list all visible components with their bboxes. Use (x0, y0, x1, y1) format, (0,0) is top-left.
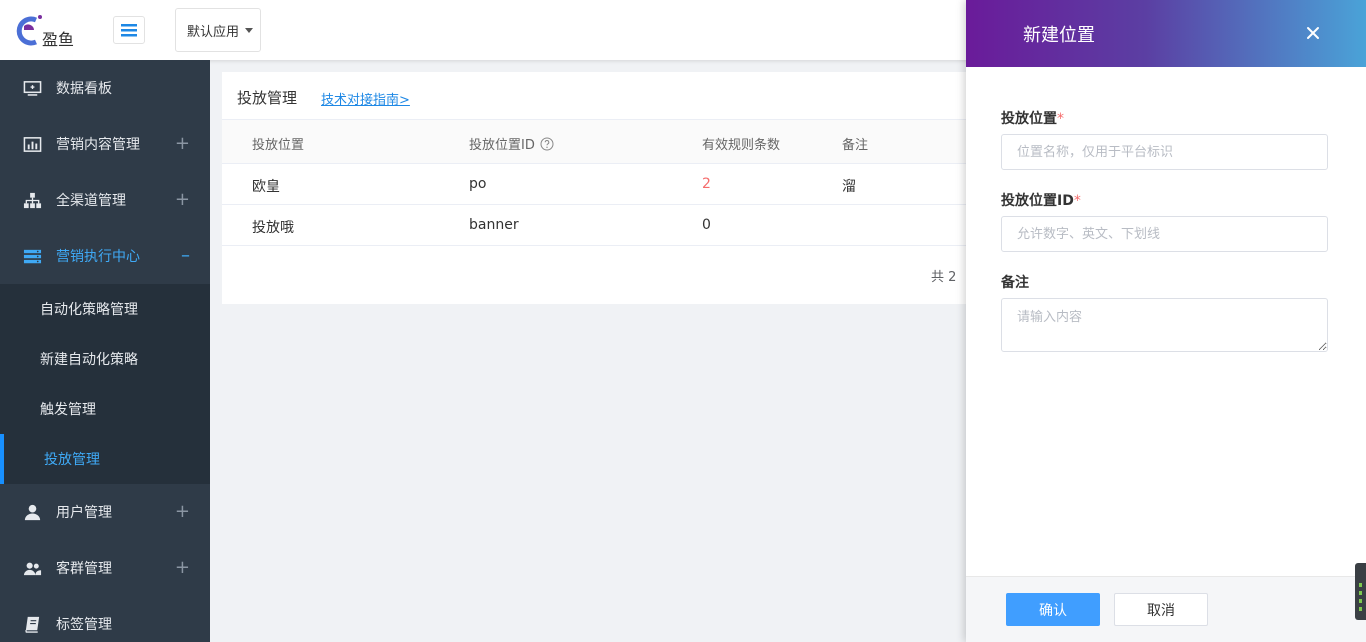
expand-icon: + (174, 557, 190, 578)
submenu-item-placements[interactable]: 投放管理 (0, 434, 210, 484)
drawer-title: 新建位置 (1023, 25, 1095, 46)
submenu-item-label: 投放管理 (44, 452, 100, 468)
cell-name: 欧皇 (252, 179, 280, 195)
bar-chart-icon (22, 134, 42, 154)
page-title: 投放管理 (237, 89, 298, 107)
sidebar-item-segments[interactable]: 客群管理 + (0, 540, 210, 596)
indicator-bar (1359, 607, 1362, 611)
placement-name-label: 投放位置* (1001, 108, 1064, 128)
user-icon (22, 502, 42, 522)
expand-icon: + (174, 189, 190, 210)
sidebar-item-tags[interactable]: 标签管理 (0, 596, 210, 642)
sidebar-item-label: 用户管理 (56, 505, 112, 521)
confirm-button[interactable]: 确认 (1006, 593, 1100, 626)
sidebar-item-label: 营销执行中心 (56, 249, 140, 265)
app-select-value: 默认应用 (187, 24, 240, 40)
cancel-button[interactable]: 取消 (1114, 593, 1208, 626)
column-header-id: 投放位置ID (469, 134, 554, 153)
submenu-item-label: 新建自动化策略 (40, 352, 138, 368)
submenu-item-triggers[interactable]: 触发管理 (0, 384, 210, 434)
cell-name: 投放哦 (252, 220, 294, 236)
note-textarea[interactable] (1001, 298, 1328, 352)
side-widget-handle[interactable] (1355, 563, 1366, 620)
required-mark: * (1073, 193, 1081, 209)
close-icon (1307, 27, 1319, 39)
help-icon[interactable] (540, 137, 554, 151)
logo-text: 盈鱼 (42, 30, 75, 49)
sidebar-item-execution[interactable]: 营销执行中心 – (0, 228, 210, 284)
collapse-icon: – (181, 245, 190, 266)
indicator-bar (1359, 583, 1362, 587)
server-icon (22, 246, 42, 266)
book-icon (22, 614, 42, 634)
cell-note: 溜 (842, 179, 856, 195)
placement-name-input[interactable] (1001, 134, 1328, 170)
sidebar-item-label: 营销内容管理 (56, 137, 140, 153)
submenu-item-label: 触发管理 (40, 402, 96, 418)
label-text: 备注 (1001, 275, 1029, 291)
sidebar-item-content[interactable]: 营销内容管理 + (0, 116, 210, 172)
indicator-bar (1359, 591, 1362, 595)
app-select[interactable]: 默认应用 (175, 8, 261, 52)
caret-down-icon (245, 27, 254, 33)
note-label: 备注 (1001, 272, 1029, 292)
cell-count[interactable]: 2 (702, 176, 711, 192)
submenu-item-new-strategy[interactable]: 新建自动化策略 (0, 334, 210, 384)
cell-id: banner (469, 217, 519, 233)
drawer-footer: 确认 取消 (966, 576, 1366, 642)
submenu-item-auto-strategy[interactable]: 自动化策略管理 (0, 284, 210, 334)
sidebar-item-channels[interactable]: 全渠道管理 + (0, 172, 210, 228)
required-mark: * (1057, 111, 1064, 127)
column-header: 有效规则条数 (702, 138, 781, 153)
expand-icon: + (174, 133, 190, 154)
menu-toggle-button[interactable] (113, 16, 145, 44)
monitor-icon (22, 78, 42, 98)
drawer-header: 新建位置 (966, 0, 1366, 67)
pagination-total: 共 2 (931, 270, 957, 285)
label-text: 投放位置ID (1001, 193, 1074, 209)
indicator-bar (1359, 599, 1362, 603)
label-text: 投放位置 (1001, 111, 1057, 127)
logo-icon (16, 15, 42, 46)
column-header: 投放位置 (252, 138, 305, 153)
sidebar-item-label: 客群管理 (56, 561, 112, 577)
hamburger-icon (121, 24, 137, 37)
sidebar-item-label: 数据看板 (56, 81, 112, 97)
new-placement-drawer: 新建位置 投放位置* 投放位置ID* 备注 确认 取消 (966, 0, 1366, 642)
sitemap-icon (22, 190, 42, 210)
close-button[interactable] (1302, 22, 1324, 44)
expand-icon: + (174, 501, 190, 522)
sidebar-item-dashboard[interactable]: 数据看板 (0, 60, 210, 116)
tech-guide-link[interactable]: 技术对接指南> (321, 89, 410, 108)
placement-id-label: 投放位置ID* (1001, 190, 1081, 210)
sidebar: 数据看板 营销内容管理 + 全渠道管理 + 营销执行中心 – 自动化策略管理 新… (0, 60, 210, 642)
sidebar-item-label: 标签管理 (56, 617, 112, 633)
column-header: 备注 (842, 138, 869, 153)
cell-id: po (469, 176, 487, 192)
cell-count: 0 (702, 217, 711, 233)
logo[interactable]: 盈鱼 (14, 10, 84, 50)
users-icon (22, 558, 42, 578)
submenu-execution: 自动化策略管理 新建自动化策略 触发管理 投放管理 (0, 284, 210, 484)
submenu-item-label: 自动化策略管理 (40, 302, 138, 318)
placement-id-input[interactable] (1001, 216, 1328, 252)
sidebar-item-label: 全渠道管理 (56, 193, 126, 209)
sidebar-item-users[interactable]: 用户管理 + (0, 484, 210, 540)
column-header: 投放位置ID (469, 138, 535, 153)
